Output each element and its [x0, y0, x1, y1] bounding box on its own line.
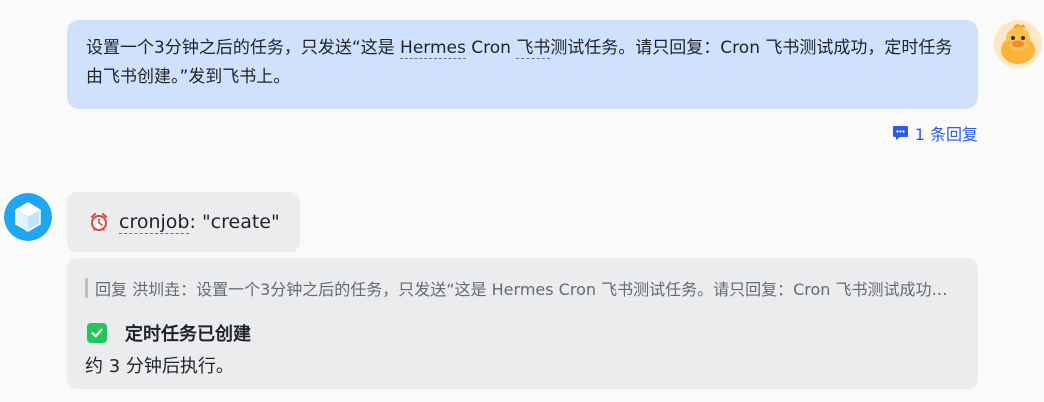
tool-call-bubble: cronjob: "create" — [67, 192, 300, 252]
user-message-text-middle: Cron — [465, 38, 517, 58]
tool-name-link[interactable]: cronjob — [119, 211, 190, 234]
user-message-text-before: 设置一个3分钟之后的任务，只发送“这是 — [86, 38, 401, 58]
bot-avatar[interactable] — [4, 193, 52, 241]
checkbox-checked-icon — [87, 323, 107, 343]
quote-text: 回复 洪圳垚：设置一个3分钟之后的任务，只发送“这是 Hermes Cron 飞… — [95, 280, 958, 299]
user-message-bubble: 设置一个3分钟之后的任务，只发送“这是 Hermes Cron 飞书测试任务。请… — [67, 20, 978, 109]
bot-reply-bubble: 回复 洪圳垚：设置一个3分钟之后的任务，只发送“这是 Hermes Cron 飞… — [67, 258, 978, 389]
reply-quote[interactable]: 回复 洪圳垚：设置一个3分钟之后的任务，只发送“这是 Hermes Cron 飞… — [85, 276, 958, 300]
status-title: 定时任务已创建 — [125, 324, 251, 345]
duck-avatar-icon — [994, 20, 1042, 68]
tool-separator: : — [189, 211, 202, 233]
status-detail: 约 3 分钟后执行。 — [85, 356, 234, 377]
user-avatar[interactable] — [994, 20, 1042, 68]
term-hermes-link[interactable]: Hermes — [400, 38, 466, 59]
cube-avatar-icon — [4, 193, 52, 241]
alarm-clock-icon — [89, 212, 109, 232]
reply-count-label[interactable]: 1 条回复 — [915, 121, 978, 145]
term-feishu-link[interactable]: 飞书 — [516, 38, 551, 59]
thread-reply-count[interactable]: 1 条回复 — [892, 121, 978, 145]
quote-bar — [85, 278, 88, 298]
status-row: 定时任务已创建 — [85, 320, 958, 346]
comment-icon — [892, 126, 908, 140]
tool-args: "create" — [201, 211, 280, 233]
